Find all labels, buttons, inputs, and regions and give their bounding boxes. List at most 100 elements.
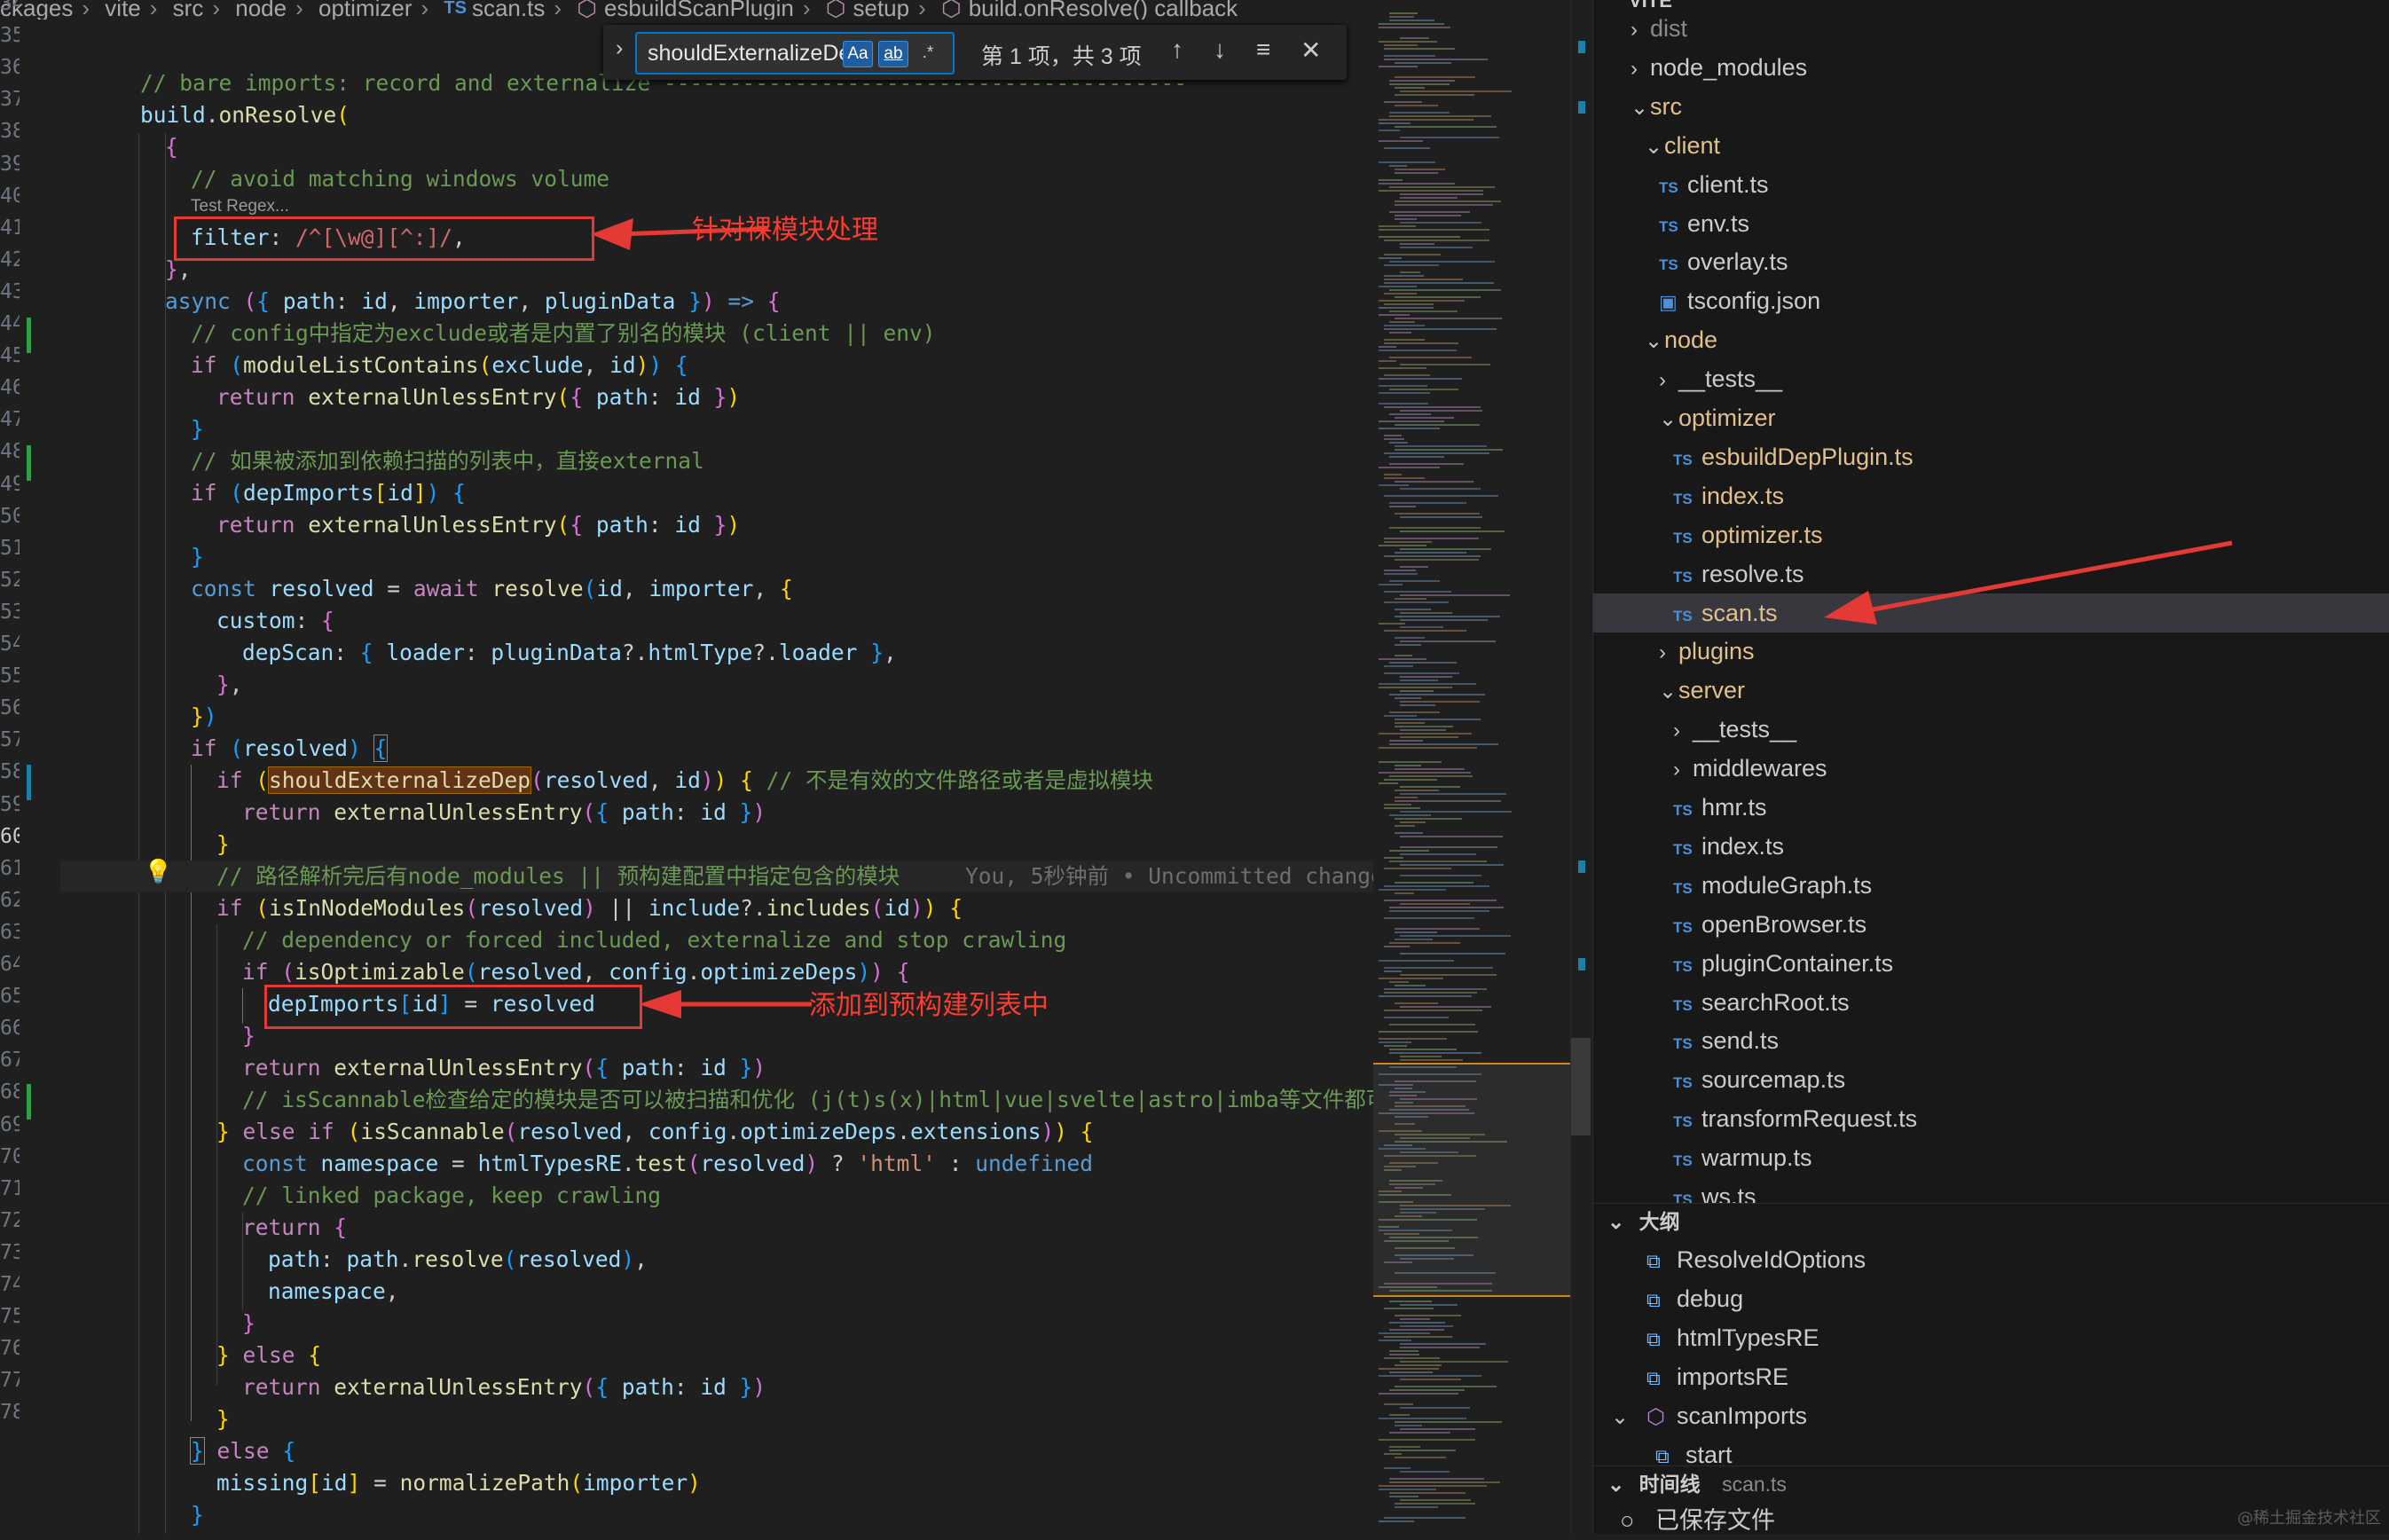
minimap-line [1379,23,1444,25]
typescript-file-icon: TS [1673,918,1693,936]
tree-folder[interactable]: › __tests__ [1593,710,2389,749]
minimap-line [1379,350,1457,351]
tree-folder[interactable]: › dist [1593,9,2389,48]
minimap-line [1384,264,1439,266]
tree-folder[interactable]: ⌄optimizer [1593,398,2389,437]
whole-word-toggle[interactable]: ab [878,41,908,67]
git-change-marker [27,765,31,800]
tree-file[interactable]: TS client.ts [1593,165,2389,204]
typescript-file-icon: TS [1659,217,1678,235]
outline-item[interactable]: ⧉ debug [1593,1279,2389,1318]
tree-file[interactable]: TS searchRoot.ts [1593,983,2389,1022]
minimap[interactable] [1373,0,1570,1534]
next-match-icon[interactable]: ↓ [1214,35,1226,64]
minimap-line [1389,310,1458,312]
tree-folder[interactable]: ⌄client [1593,126,2389,165]
code-line: return externalUnlessEntry({ path: id }) [216,384,741,410]
minimap-line [1389,332,1411,334]
minimap-line [1384,452,1489,454]
find-in-selection-icon[interactable]: ≡ [1256,35,1270,64]
tree-file[interactable]: TS index.ts [1593,476,2389,515]
outline-section-header[interactable]: ⌄ 大纲 [1593,1203,2389,1239]
tree-file[interactable]: TS transformRequest.ts [1593,1099,2389,1138]
minimap-line [1379,257,1402,259]
minimap-line [1379,1489,1436,1490]
scrollbar-thumb[interactable] [1571,1038,1591,1135]
outline-item[interactable]: ⧉ importsRE [1593,1357,2389,1396]
tree-file[interactable]: TS esbuildDepPlugin.ts [1593,437,2389,476]
tree-file[interactable]: TS overlay.ts [1593,242,2389,281]
outline-item[interactable]: ⌄ ⬡ scanImports [1593,1396,2389,1435]
outline-item[interactable]: ⧉ htmlTypesRE [1593,1318,2389,1357]
json-file-icon: ▣ [1659,291,1678,314]
minimap-line [1384,715,1417,717]
tree-file[interactable]: TS hmr.ts [1593,788,2389,827]
match-case-toggle[interactable]: Aa [843,41,873,67]
minimap-line [1384,570,1416,571]
tree-folder[interactable]: › plugins [1593,632,2389,671]
previous-match-icon[interactable]: ↑ [1171,35,1183,64]
timeline-section-header[interactable]: ⌄ 时间线 scan.ts [1593,1465,2389,1502]
tree-file[interactable]: TS moduleGraph.ts [1593,866,2389,905]
line-number: 67 [0,1049,20,1072]
editor-scrollbar[interactable] [1570,0,1592,1534]
line-number: 53 [0,600,20,624]
tree-folder[interactable]: › node_modules [1593,48,2389,87]
minimap-line [1395,215,1461,216]
minimap-line [1384,339,1425,341]
tree-folder[interactable]: ⌄src [1593,87,2389,126]
code-editor[interactable]: ckages › vite › src › node › optimizer › TS sc… [0,0,1373,1534]
minimap-line [1384,101,1422,103]
minimap-line [1379,995,1472,997]
tree-folder[interactable]: › middlewares [1593,749,2389,788]
minimap-viewport[interactable] [1373,1063,1570,1297]
minimap-line [1384,275,1424,277]
code-line: namespace, [268,1278,399,1304]
minimap-line [1379,1368,1439,1370]
minimap-line [1379,122,1411,124]
minimap-line [1395,105,1438,106]
chevron-right-icon: › [1659,640,1666,665]
minimap-line [1384,1308,1434,1309]
minimap-line [1389,1492,1466,1494]
tree-file[interactable]: TS sourcemap.ts [1593,1060,2389,1099]
line-number-gutter[interactable]: 34 35 36 37 38 39 40 41 42 43 44 45 46 47 48 49 50 51 52 53… [0,0,62,1534]
minimap-line [1395,445,1487,447]
outline-item-label: start [1686,1441,1733,1468]
chevron-right-icon: › [1631,18,1638,42]
minimap-line [1395,417,1454,419]
code-line: async ({ path: id, importer, pluginData … [165,288,781,314]
tree-folder[interactable]: › __tests__ [1593,359,2389,398]
tree-folder[interactable]: ⌄node [1593,320,2389,359]
git-change-marker [27,1084,31,1120]
tree-file[interactable]: TS send.ts [1593,1021,2389,1060]
explorer-panel[interactable]: VITE › dist › node_modules ⌄src ⌄client TS clie… [1592,0,2389,1534]
tree-file[interactable]: TS env.ts [1593,204,2389,243]
line-number: 68 [0,1080,20,1104]
find-widget[interactable]: › shouldExternalizeDep Aa ab .* 第 1 项，共 … [603,25,1347,80]
tree-file[interactable]: ▣ tsconfig.json [1593,281,2389,320]
minimap-line [1379,403,1428,405]
tree-file[interactable]: TS index.ts [1593,827,2389,866]
tree-file[interactable]: TS pluginContainer.ts [1593,944,2389,983]
chevron-down-icon: ⌄ [1607,1210,1625,1233]
line-number: 46 [0,376,20,400]
minimap-line [1395,616,1500,617]
outline-item[interactable]: ⧉ ResolveIdOptions [1593,1240,2389,1279]
find-input[interactable]: shouldExternalizeDep Aa ab .* [635,32,955,75]
lightbulb-icon[interactable]: 💡 [144,859,172,885]
chevron-down-icon: ⌄ [1645,329,1663,354]
codelens-test-regex[interactable]: Test Regex... [191,197,289,216]
tree-item-label: hmr.ts [1701,794,1767,821]
tree-item-label: index.ts [1701,832,1785,860]
outline-item-label: scanImports [1677,1402,1808,1429]
tree-folder[interactable]: ⌄server [1593,671,2389,710]
minimap-line [1395,296,1481,298]
close-icon[interactable]: ✕ [1301,35,1321,65]
tree-file[interactable]: TS warmup.ts [1593,1138,2389,1177]
tree-file[interactable]: TS openBrowser.ts [1593,905,2389,944]
code-area[interactable]: // bare imports: record and externalize … [60,0,1373,1534]
regex-toggle[interactable]: .* [914,41,942,66]
toggle-replace-chevron-icon[interactable]: › [616,35,623,61]
typescript-file-icon: TS [1673,1074,1693,1092]
